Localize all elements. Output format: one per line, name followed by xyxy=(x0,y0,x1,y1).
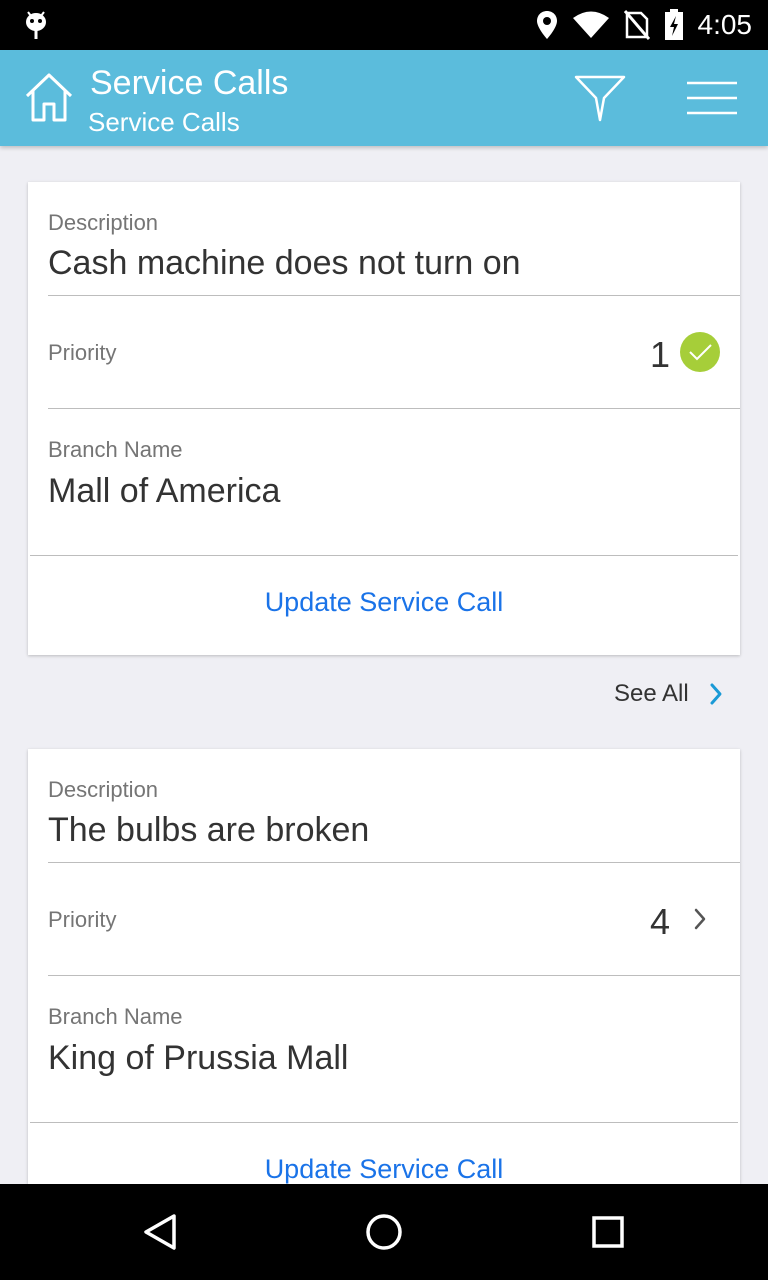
priority-label: Priority xyxy=(48,907,117,932)
divider xyxy=(30,555,738,556)
branch-label: Branch Name xyxy=(48,437,183,462)
app-bar: Service Calls Service Calls xyxy=(0,50,768,146)
description-value: The bulbs are broken xyxy=(48,811,370,849)
service-call-card[interactable]: Description The bulbs are broken Priorit… xyxy=(28,749,740,1184)
filter-icon[interactable] xyxy=(574,74,626,124)
status-time: 4:05 xyxy=(697,9,753,40)
priority-label: Priority xyxy=(48,340,117,365)
service-call-card[interactable]: Description Cash machine does not turn o… xyxy=(28,182,740,655)
description-label: Description xyxy=(48,777,159,802)
chevron-right-icon[interactable] xyxy=(692,907,708,931)
navigation-bar xyxy=(0,1184,768,1280)
priority-value: 4 xyxy=(650,901,671,942)
page-subtitle: Service Calls xyxy=(88,107,240,137)
wifi-icon xyxy=(572,11,609,38)
branch-label: Branch Name xyxy=(48,1004,183,1029)
no-sim-icon xyxy=(623,10,650,40)
description-label: Description xyxy=(48,210,159,235)
chevron-right-icon xyxy=(710,683,722,705)
check-circle-icon xyxy=(680,332,720,372)
branch-value: Mall of America xyxy=(48,472,281,510)
menu-icon[interactable] xyxy=(686,80,738,116)
divider xyxy=(48,862,740,863)
branch-value: King of Prussia Mall xyxy=(48,1039,349,1077)
update-service-call-button[interactable]: Update Service Call xyxy=(28,587,740,618)
back-icon[interactable] xyxy=(140,1212,180,1252)
divider xyxy=(48,975,740,976)
see-all-link[interactable]: See All xyxy=(614,680,723,708)
status-bar: 4:05 xyxy=(0,0,768,50)
page-title: Service Calls xyxy=(90,64,289,102)
description-value: Cash machine does not turn on xyxy=(48,244,521,282)
divider xyxy=(48,295,740,296)
android-debug-icon xyxy=(26,11,46,39)
location-icon xyxy=(536,11,557,39)
home-icon[interactable] xyxy=(24,72,74,124)
update-service-call-button[interactable]: Update Service Call xyxy=(28,1154,740,1184)
divider xyxy=(30,1122,738,1123)
recents-icon[interactable] xyxy=(588,1212,628,1252)
see-all-label: See All xyxy=(614,680,689,707)
battery-charging-icon xyxy=(664,9,683,40)
priority-value: 1 xyxy=(650,334,671,375)
home-circle-icon[interactable] xyxy=(364,1212,404,1252)
divider xyxy=(48,408,740,409)
